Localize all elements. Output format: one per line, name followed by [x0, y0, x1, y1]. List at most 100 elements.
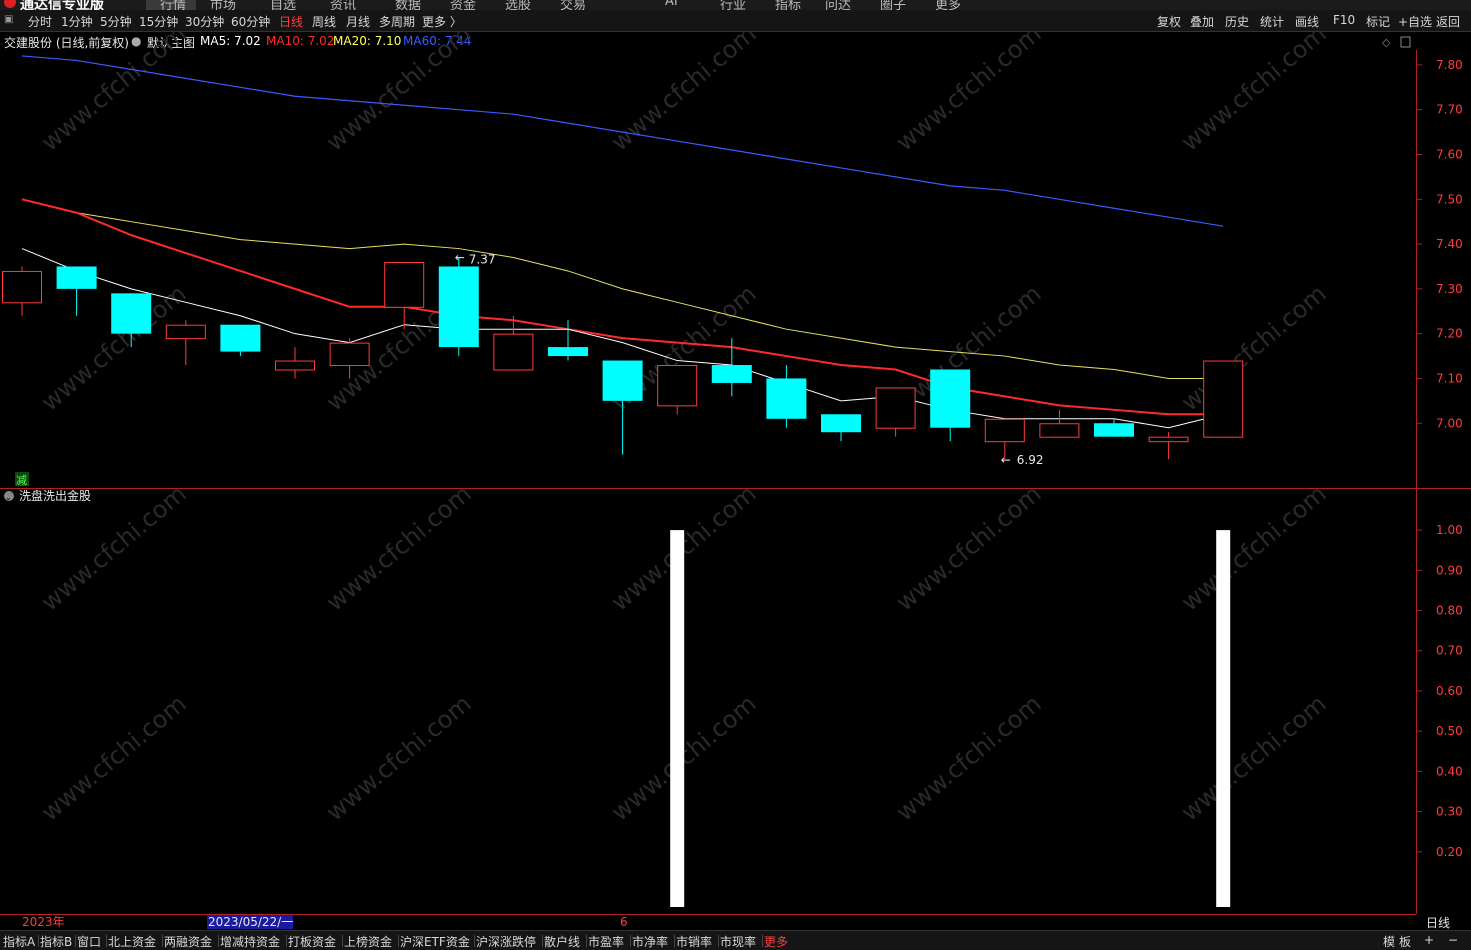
pin-icon[interactable]: ▣: [4, 14, 13, 25]
bottom-right-button[interactable]: −: [1448, 933, 1458, 947]
bottom-tab[interactable]: 沪深ETF资金: [400, 933, 470, 950]
candle: [875, 387, 916, 437]
panel-toggle-icon[interactable]: [1400, 36, 1411, 48]
app-brand: 通达信专业版: [20, 0, 104, 10]
bottom-tab[interactable]: 市盈率: [588, 933, 624, 950]
price-axis: 7.80 7.70 7.60 7.50 7.40 7.30 7.20 7.10 7.00: [1416, 58, 1463, 430]
high-arrow-icon: ←: [455, 251, 465, 265]
candle-body: [111, 293, 152, 334]
tab-separator: [342, 935, 343, 947]
toolbar-action-button[interactable]: 返回: [1436, 13, 1460, 30]
watermark-text: www.cfchi.com: [321, 689, 477, 826]
price-tick-label: 7.80: [1436, 58, 1463, 72]
tab-separator: [398, 935, 399, 947]
bottom-tab[interactable]: 上榜资金: [344, 933, 392, 950]
period-tab[interactable]: 5分钟: [100, 13, 132, 30]
period-tab[interactable]: 更多 〉: [422, 13, 462, 30]
tab-separator: [162, 935, 163, 947]
period-tab[interactable]: 周线: [312, 13, 336, 30]
period-tab[interactable]: 60分钟: [231, 13, 270, 30]
bottom-tab[interactable]: 市销率: [676, 933, 712, 950]
watermark-text: www.cfchi.com: [1176, 689, 1332, 826]
bottom-tab[interactable]: 增减持资金: [220, 933, 280, 950]
bottom-tab[interactable]: 北上资金: [108, 933, 156, 950]
bottom-right-button[interactable]: 板: [1399, 933, 1411, 950]
period-tab[interactable]: 日线: [279, 13, 303, 30]
period-tab[interactable]: 30分钟: [185, 13, 224, 30]
menu-tab[interactable]: 圈子: [880, 0, 906, 10]
candle: [657, 365, 698, 415]
bottom-right-button[interactable]: +: [1424, 933, 1434, 947]
menu-tab[interactable]: 行业: [720, 0, 746, 10]
menu-tab[interactable]: 指标: [775, 0, 801, 10]
menu-tab[interactable]: 行情: [160, 0, 186, 10]
sub-tick-label: 0.30: [1436, 805, 1463, 819]
period-tab[interactable]: 多周期: [379, 13, 415, 30]
candle-body: [2, 270, 42, 304]
toolbar-action-button[interactable]: 叠加: [1190, 13, 1214, 30]
menu-tab[interactable]: 数据: [395, 0, 421, 10]
toolbar-action-button[interactable]: 画线: [1295, 13, 1319, 30]
menu-tab[interactable]: 选股: [505, 0, 531, 10]
bottom-tab[interactable]: 沪深涨跌停: [476, 933, 536, 950]
period-tab[interactable]: 1分钟: [61, 13, 93, 30]
toolbar-action-button[interactable]: F10: [1333, 13, 1355, 27]
menu-tab[interactable]: 资金: [450, 0, 476, 10]
price-tick-label: 7.30: [1436, 282, 1463, 296]
candle: [766, 365, 807, 428]
tab-separator: [106, 935, 107, 947]
watermark-text: www.cfchi.com: [1176, 479, 1332, 616]
bottom-tab[interactable]: 打板资金: [288, 933, 336, 950]
sub-tick-label: 0.20: [1436, 845, 1463, 859]
candle: [602, 360, 643, 455]
bottom-right-button[interactable]: 模: [1383, 933, 1395, 950]
signal-bar: [670, 530, 685, 907]
watermark-text: www.cfchi.com: [891, 32, 1047, 157]
tab-separator: [38, 935, 39, 947]
app-logo-icon: [4, 0, 16, 8]
bottom-tab[interactable]: 市现率: [720, 933, 756, 950]
toolbar-action-button[interactable]: 统计: [1260, 13, 1284, 30]
candle: [56, 266, 97, 316]
candle: [1203, 360, 1244, 438]
tab-separator: [674, 935, 675, 947]
sub-axis: 1.00 0.90 0.80 0.70 0.60 0.50 0.40 0.30 0.20: [1416, 523, 1463, 859]
price-tick-label: 7.00: [1436, 416, 1463, 430]
high-price-label: 7.37: [469, 253, 496, 267]
toolbar-action-button[interactable]: 标记: [1366, 13, 1390, 30]
toolbar-action-button[interactable]: 历史: [1225, 13, 1249, 30]
bottom-tab[interactable]: 窗口: [77, 933, 101, 950]
menu-tab[interactable]: 更多: [935, 0, 961, 10]
bottom-tab[interactable]: 两融资金: [164, 933, 212, 950]
bottom-tab[interactable]: 市净率: [632, 933, 668, 950]
price-tick-label: 7.10: [1436, 371, 1463, 385]
toolbar-action-button[interactable]: 复权: [1157, 13, 1181, 30]
sub-tick-label: 0.60: [1436, 684, 1463, 698]
ma20-line: [21, 198, 1224, 379]
tab-separator: [630, 935, 631, 947]
diamond-icon[interactable]: ◇: [1382, 36, 1391, 49]
low-arrow-icon: ←: [1001, 453, 1011, 467]
bottom-tab[interactable]: 指标B: [40, 933, 72, 950]
menu-tab[interactable]: 问达: [825, 0, 851, 10]
sub-tick-label: 0.80: [1436, 604, 1463, 618]
sub-tick-label: 0.50: [1436, 724, 1463, 738]
menu-tab[interactable]: 市场: [210, 0, 236, 10]
candle-body: [766, 378, 807, 419]
period-tab[interactable]: 月线: [346, 13, 370, 30]
candle-body: [657, 365, 698, 407]
menu-tab[interactable]: 资讯: [330, 0, 356, 10]
signal-bar: [1216, 530, 1231, 907]
candle: [1039, 409, 1080, 438]
bottom-tab[interactable]: 指标A: [3, 933, 35, 950]
bottom-tab[interactable]: 更多: [764, 933, 788, 950]
menu-tab[interactable]: 交易: [560, 0, 586, 10]
toolbar-action-button[interactable]: +自选: [1398, 13, 1432, 30]
period-tab[interactable]: 分时: [28, 13, 52, 30]
menu-tab[interactable]: 自选: [270, 0, 296, 10]
period-tab[interactable]: 15分钟: [139, 13, 178, 30]
menu-tab[interactable]: AI: [665, 0, 678, 9]
kline-chart[interactable]: www.cfchi.com www.cfchi.com www.cfchi.com w…: [0, 32, 1471, 930]
candle-body: [1203, 360, 1244, 438]
bottom-tab[interactable]: 散户线: [544, 933, 580, 950]
